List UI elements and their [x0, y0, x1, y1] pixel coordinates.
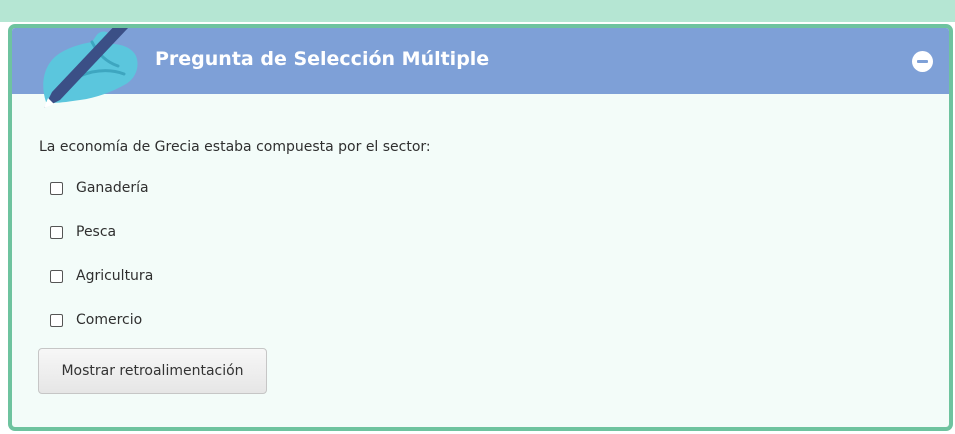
question-card: Pregunta de Selección Múltiple La econom… [8, 24, 953, 431]
checkbox[interactable] [50, 269, 63, 283]
question-text: La economía de Grecia estaba compuesta p… [39, 139, 431, 155]
checkbox[interactable] [50, 181, 63, 195]
option-label: Pesca [76, 224, 117, 240]
card-title: Pregunta de Selección Múltiple [155, 48, 490, 70]
collapse-icon[interactable] [912, 51, 933, 72]
option-label: Comercio [76, 312, 143, 328]
option-ganaderia[interactable]: Ganadería [50, 178, 149, 198]
option-label: Ganadería [76, 180, 149, 196]
checkbox[interactable] [50, 313, 63, 327]
option-pesca[interactable]: Pesca [50, 222, 116, 242]
pen-hand-icon [43, 28, 138, 108]
show-feedback-button[interactable]: Mostrar retroalimentación [38, 348, 267, 394]
card-header: Pregunta de Selección Múltiple [12, 28, 949, 94]
top-strip [0, 0, 955, 22]
option-agricultura[interactable]: Agricultura [50, 266, 153, 286]
checkbox[interactable] [50, 225, 63, 239]
option-label: Agricultura [76, 268, 154, 284]
option-comercio[interactable]: Comercio [50, 310, 142, 330]
